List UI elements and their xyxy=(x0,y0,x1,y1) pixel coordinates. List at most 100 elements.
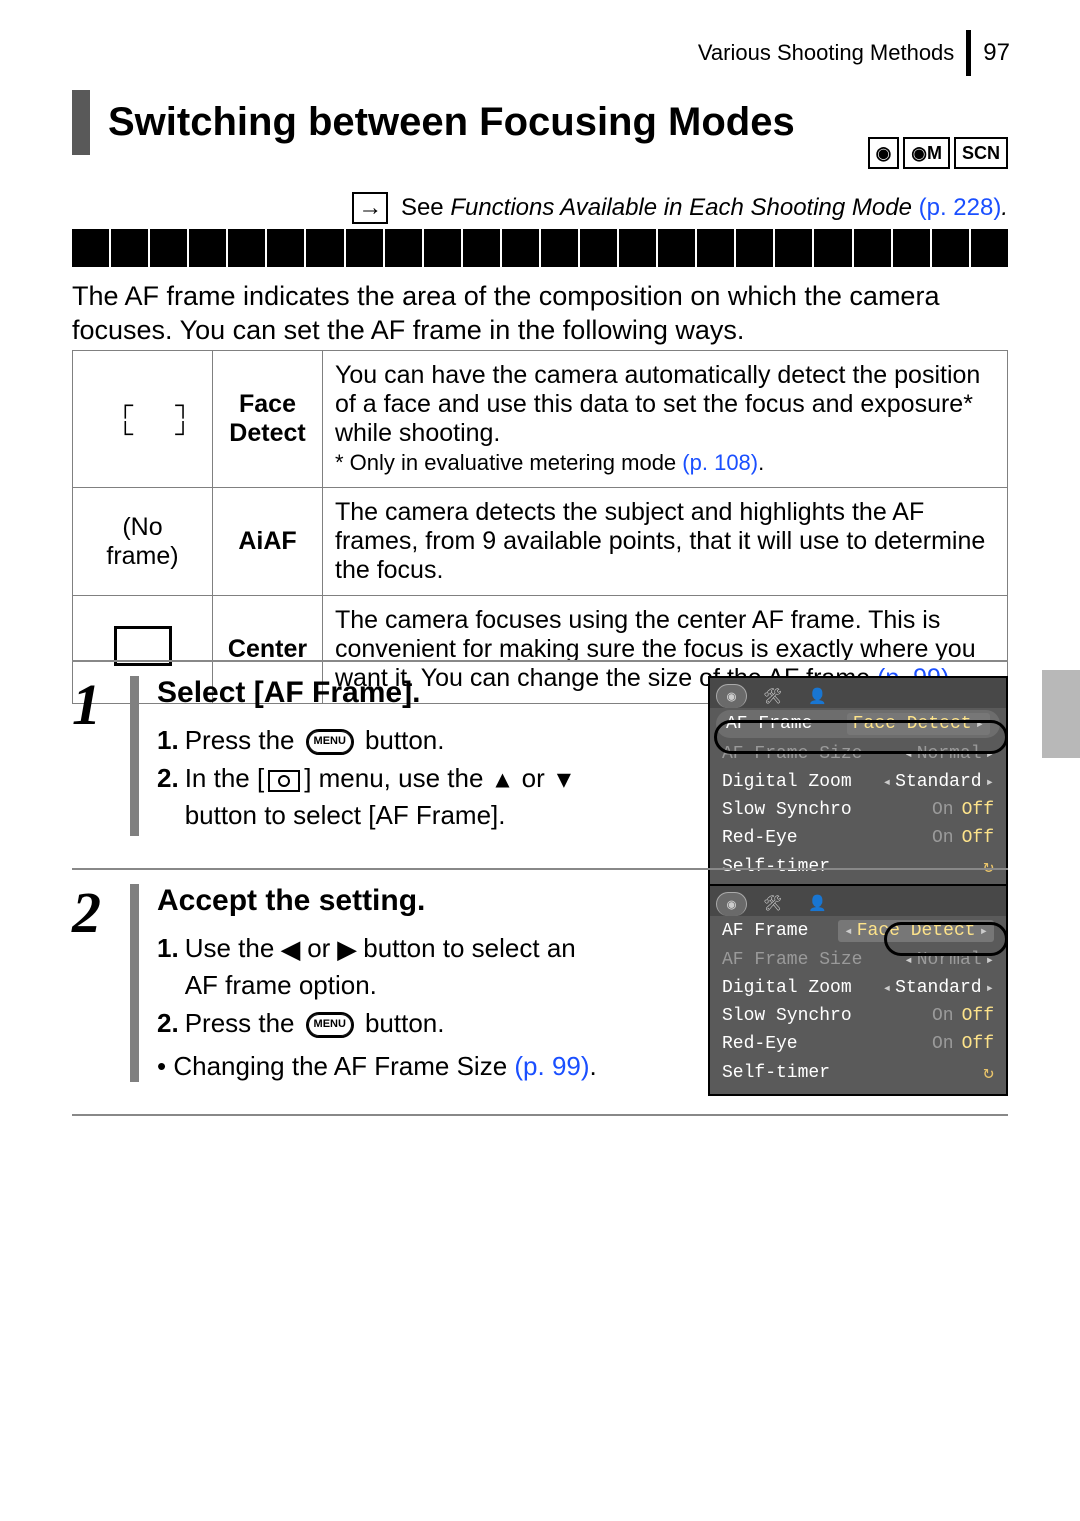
lcd-row-label: Digital Zoom xyxy=(722,772,852,792)
instruction-number: 2. xyxy=(157,760,179,833)
breadcrumb: Various Shooting Methods xyxy=(698,40,954,66)
lcd-tab-custom: 👤 xyxy=(798,684,837,708)
lcd-menu-row: Self-timer ↻ xyxy=(710,1058,1006,1088)
page-link[interactable]: (p. 108) xyxy=(682,450,758,475)
instruction-item: 2.In the [] menu, use the ▲ or ▼ button … xyxy=(157,760,587,833)
menu-button-icon: MENU xyxy=(306,729,354,755)
lcd-row-value: Face Detect xyxy=(838,920,994,942)
arrow-icon: → xyxy=(352,192,388,224)
mode-desc: You can have the camera automatically de… xyxy=(335,361,980,447)
step: 2Accept the setting.1.Use the ◀ or ▶ but… xyxy=(72,868,1008,1117)
lcd-menu-row: AF Frame Face Detect xyxy=(710,916,1006,946)
scene-mode-strip xyxy=(72,227,1008,269)
step-content: Select [AF Frame].1.Press the MENU butto… xyxy=(157,676,1008,836)
lcd-row-label: Slow Synchro xyxy=(722,1006,852,1026)
lcd-row-value: Standard xyxy=(883,978,994,998)
menu-button-icon: MENU xyxy=(306,1012,354,1038)
lcd-row-label: AF Frame Size xyxy=(722,950,862,970)
header-divider xyxy=(966,30,971,76)
arrow-icon: ▶ xyxy=(338,936,356,963)
step: 1 Select [AF Frame].1.Press the MENU butt… xyxy=(72,660,1008,868)
lcd-tabs: ◉🛠👤 xyxy=(710,678,1006,708)
lcd-row-value: Standard xyxy=(883,772,994,792)
arrow-icon: ◀ xyxy=(282,936,300,963)
mode-desc-cell: You can have the camera automatically de… xyxy=(323,351,1008,488)
lcd-menu-row: Slow Synchro OnOff xyxy=(710,1002,1006,1030)
mode-badge-row: ◉ ◉M SCN xyxy=(868,137,1008,169)
camera-lcd-preview: ◉🛠👤 AF Frame Face Detect AF Frame Size Norma… xyxy=(708,676,1008,890)
lcd-menu-row: Red-Eye OnOff xyxy=(710,824,1006,852)
mode-badge: ◉ xyxy=(868,137,900,169)
instruction-text: Press the MENU button. xyxy=(185,722,445,758)
lcd-row-value: ↻ xyxy=(983,1062,994,1084)
lcd-row-label: Red-Eye xyxy=(722,828,798,848)
step-content: Accept the setting.1.Use the ◀ or ▶ butt… xyxy=(157,884,1008,1083)
instruction-number: 1. xyxy=(157,930,179,1003)
steps-container: 1 Select [AF Frame].1.Press the MENU butt… xyxy=(72,660,1008,1116)
camera-menu-icon xyxy=(268,770,300,792)
step-bar xyxy=(130,676,139,836)
lcd-menu-row: AF Frame Size Normal xyxy=(710,946,1006,974)
lcd-row-value: OnOff xyxy=(932,1006,994,1026)
main-heading: Switching between Focusing Modes xyxy=(72,90,852,155)
lcd-menu-row: Digital Zoom Standard xyxy=(710,974,1006,1002)
lcd-tab-custom: 👤 xyxy=(798,892,837,916)
lcd-row-label: Red-Eye xyxy=(722,1034,798,1054)
section-side-tab xyxy=(1042,670,1080,758)
lcd-tab-tools: 🛠 xyxy=(753,684,792,708)
step-instructions: 1.Use the ◀ or ▶ button to select an AF … xyxy=(157,930,587,1042)
lcd-menu-row: Digital Zoom Standard xyxy=(710,768,1006,796)
lcd-tab-tools: 🛠 xyxy=(753,892,792,916)
step-number: 1 xyxy=(72,676,112,836)
mode-icon-cell xyxy=(73,351,213,488)
lcd-tab-rec: ◉ xyxy=(716,892,747,916)
lcd-row-label: AF Frame Size xyxy=(722,744,862,764)
lcd-menu-row: AF Frame Size Normal xyxy=(710,740,1006,768)
page-link[interactable]: (p. 99) xyxy=(514,1051,589,1081)
lcd-tab-rec: ◉ xyxy=(716,684,747,708)
instruction-number: 1. xyxy=(157,722,179,758)
reference-title: Functions Available in Each Shooting Mod… xyxy=(450,194,912,221)
instruction-item: 1.Press the MENU button. xyxy=(157,722,587,758)
lcd-menu-row: Slow Synchro OnOff xyxy=(710,796,1006,824)
lcd-row-label: Digital Zoom xyxy=(722,978,852,998)
see-label: See xyxy=(401,194,444,221)
mode-desc: The camera detects the subject and highl… xyxy=(323,488,1008,596)
lcd-row-value: Normal xyxy=(904,950,994,970)
instruction-item: 1.Use the ◀ or ▶ button to select an AF … xyxy=(157,930,587,1003)
mode-note: * Only in evaluative metering mode xyxy=(335,450,682,475)
lcd-row-label: AF Frame xyxy=(722,921,808,941)
lcd-row-value: Face Detect xyxy=(847,713,990,735)
mode-badge: SCN xyxy=(954,137,1008,169)
lcd-row-label: Slow Synchro xyxy=(722,800,852,820)
instruction-text: Press the MENU button. xyxy=(185,1005,445,1041)
arrow-icon: ▼ xyxy=(552,767,576,794)
intro-paragraph: The AF frame indicates the area of the c… xyxy=(72,280,1008,348)
lcd-row-value: OnOff xyxy=(932,800,994,820)
lcd-tabs: ◉🛠👤 xyxy=(710,886,1006,916)
page-number: 97 xyxy=(983,39,1010,67)
mode-name: Face Detect xyxy=(213,351,323,488)
mode-icon-cell: (No frame) xyxy=(73,488,213,596)
lcd-row-label: AF Frame xyxy=(726,714,812,734)
lcd-menu-row: AF Frame Face Detect xyxy=(716,710,1000,738)
instruction-number: 2. xyxy=(157,1005,179,1041)
camera-lcd-preview: ◉🛠👤 AF Frame Face Detect AF Frame Size Norma… xyxy=(708,884,1008,1096)
instruction-text: In the [] menu, use the ▲ or ▼ button to… xyxy=(185,760,587,833)
mode-name: AiAF xyxy=(213,488,323,596)
reference-page-link[interactable]: (p. 228) xyxy=(919,194,1002,221)
lcd-row-value: Normal xyxy=(904,744,994,764)
lcd-row-value: OnOff xyxy=(932,1034,994,1054)
page-header: Various Shooting Methods 97 xyxy=(698,30,1010,76)
focus-mode-table: Face Detect You can have the camera auto… xyxy=(72,350,1008,704)
step-number: 2 xyxy=(72,884,112,1083)
lcd-row-value: OnOff xyxy=(932,828,994,848)
lcd-menu-row: Red-Eye OnOff xyxy=(710,1030,1006,1058)
step-bar xyxy=(130,884,139,1083)
lcd-row-label: Self-timer xyxy=(722,1063,830,1083)
step-instructions: 1.Press the MENU button.2.In the [] menu… xyxy=(157,722,587,834)
arrow-icon: ▲ xyxy=(491,767,515,794)
cross-reference: → See Functions Available in Each Shooti… xyxy=(300,192,1008,224)
mode-badge: ◉M xyxy=(903,137,950,169)
heading-text: Switching between Focusing Modes xyxy=(108,100,852,145)
